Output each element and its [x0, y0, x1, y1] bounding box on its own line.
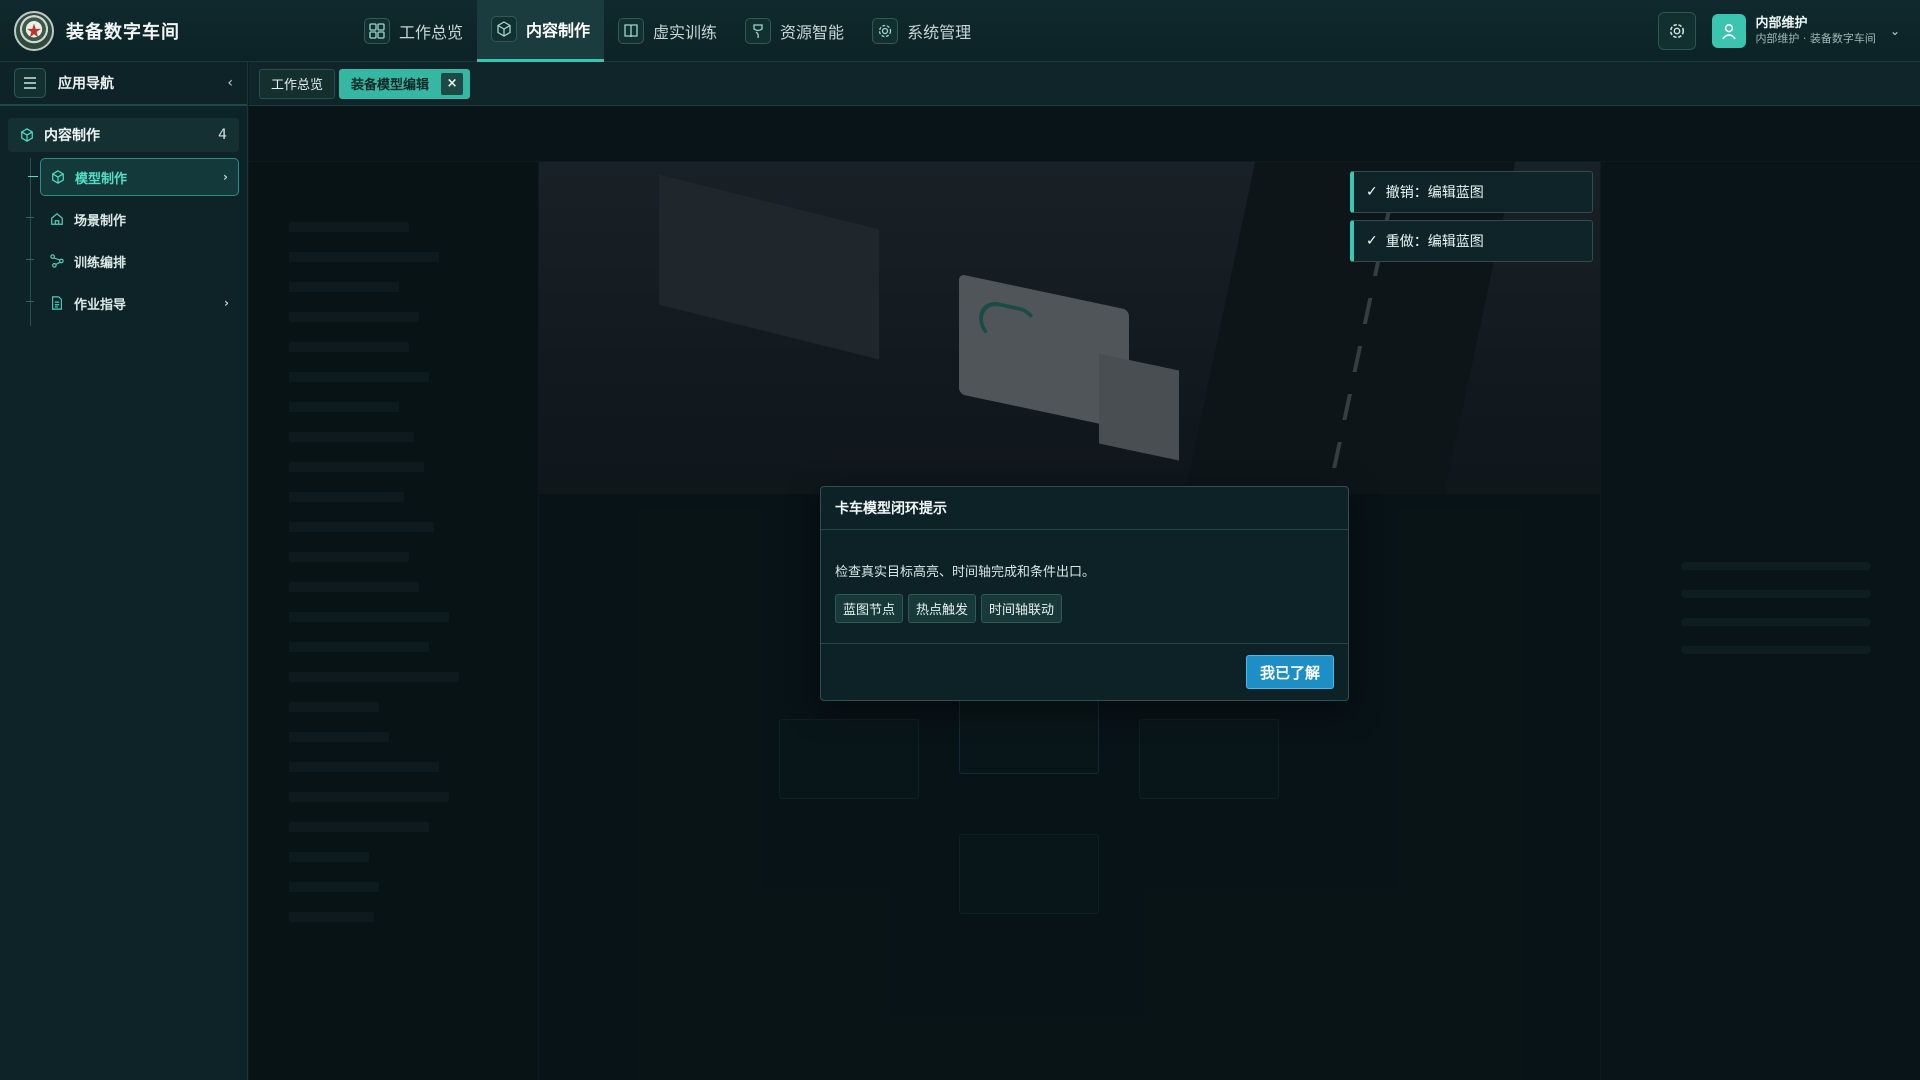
sidebar-title: 应用导航	[58, 76, 114, 92]
document-icon	[50, 296, 64, 310]
avatar[interactable]	[1712, 13, 1747, 48]
dashboard-grid-icon	[364, 17, 390, 44]
sidebar-header: 应用导航 ‹	[0, 62, 247, 106]
dialog-title: 卡车模型闭环提示	[821, 487, 1348, 530]
sidebar-item-label: 作业指导	[74, 297, 127, 313]
cube-icon	[51, 170, 65, 184]
nav-label: 资源智能	[780, 22, 845, 42]
sidebar-item-training-orchestration[interactable]: 训练编排	[26, 242, 239, 280]
user-subtitle: 内部维护 · 装备数字车间	[1755, 31, 1876, 45]
chevron-right-icon: ›	[224, 296, 229, 310]
user-name: 内部维护	[1755, 15, 1808, 31]
tab-label: 装备模型编辑	[351, 78, 430, 93]
toast-undo: ✓ 撤销：编辑蓝图	[1350, 171, 1593, 213]
toast-redo: ✓ 重做：编辑蓝图	[1350, 220, 1593, 262]
user-icon	[1722, 23, 1737, 39]
tree-connector	[26, 301, 34, 302]
tab-label: 工作总览	[271, 78, 324, 93]
dialog-body: 检查真实目标高亮、时间轴完成和条件出口。 蓝图节点 热点触发 时间轴联动	[821, 530, 1348, 623]
check-icon: ✓	[1366, 233, 1378, 249]
sidebar-group-label: 内容制作	[44, 128, 100, 144]
tree-connector	[28, 176, 38, 177]
close-icon[interactable]: ×	[441, 72, 464, 95]
menu-toggle-button[interactable]	[14, 68, 46, 98]
hamburger-icon	[24, 77, 36, 89]
collapse-sidebar-icon[interactable]: ‹	[227, 75, 233, 91]
book-icon	[618, 17, 645, 44]
sidebar-item-label: 模型制作	[75, 171, 128, 187]
nav-content-production[interactable]: 内容制作	[477, 0, 605, 62]
dialog-footer: 我已了解	[821, 643, 1348, 700]
star-icon	[27, 23, 41, 38]
sidebar-item-model-production[interactable]: 模型制作 ›	[28, 158, 239, 196]
nav-resource-ai[interactable]: 资源智能	[731, 0, 858, 62]
sidebar-item-work-guidance[interactable]: 作业指导 ›	[26, 284, 239, 322]
tree-connector	[26, 259, 34, 260]
tree-connector	[26, 217, 34, 218]
top-bar: 装备数字车间 工作总览 内容制作 虚实训练 资源智能 系统管理 内部维护 内部维…	[0, 0, 1920, 62]
top-right-area: 内部维护 内部维护 · 装备数字车间 ⌄	[1658, 11, 1920, 50]
truck-model-hint-dialog: 卡车模型闭环提示 检查真实目标高亮、时间轴完成和条件出口。 蓝图节点 热点触发 …	[820, 486, 1349, 701]
sidebar-item-scene-production[interactable]: 场景制作	[26, 200, 239, 238]
tab-equipment-model-editor[interactable]: 装备模型编辑 ×	[339, 68, 471, 99]
sidebar-group-count: 4	[218, 127, 227, 143]
nav-label: 虚实训练	[653, 22, 718, 42]
cube-icon	[491, 16, 518, 42]
nav-label: 系统管理	[907, 22, 972, 42]
toast-text: 撤销：编辑蓝图	[1385, 185, 1484, 201]
nav-label: 内容制作	[526, 21, 591, 40]
nav-virtual-training[interactable]: 虚实训练	[604, 0, 731, 62]
tag-hotspot-trigger: 热点触发	[908, 594, 977, 623]
home-icon	[50, 212, 64, 226]
main-nav: 工作总览 内容制作 虚实训练 资源智能 系统管理	[350, 0, 985, 62]
gear-icon	[872, 17, 899, 44]
nav-label: 工作总览	[399, 22, 464, 42]
user-info[interactable]: 内部维护 内部维护 · 装备数字车间	[1755, 16, 1876, 46]
flow-icon	[50, 254, 64, 268]
dialog-message: 检查真实目标高亮、时间轴完成和条件出口。	[835, 565, 1096, 580]
sidebar-item-label: 场景制作	[74, 213, 127, 229]
tab-overview[interactable]: 工作总览	[259, 68, 336, 99]
sidebar-item-label: 训练编排	[74, 255, 127, 271]
acknowledge-button[interactable]: 我已了解	[1245, 655, 1334, 689]
app-title: 装备数字车间	[66, 21, 180, 43]
tab-bar: 工作总览 装备模型编辑 ×	[249, 62, 1920, 106]
sidebar-tree: 模型制作 › 场景制作 训练编排 作业指导 ›	[26, 158, 247, 326]
cube-icon	[21, 128, 33, 142]
chevron-right-icon: ›	[223, 170, 228, 184]
tag-blueprint-node: 蓝图节点	[835, 594, 904, 623]
tag-timeline-link: 时间轴联动	[981, 594, 1063, 623]
sidebar-group-content-production[interactable]: 内容制作 4	[8, 118, 239, 152]
gear-icon	[1670, 23, 1685, 38]
sidebar: 应用导航 ‹ 内容制作 4 模型制作 › 场景制作 训练编排 作业指导 ›	[0, 62, 248, 1080]
plug-icon	[745, 17, 772, 44]
toast-text: 重做：编辑蓝图	[1385, 234, 1484, 250]
dialog-tags: 蓝图节点 热点触发 时间轴联动	[835, 594, 1334, 623]
chevron-down-icon[interactable]: ⌄	[1890, 24, 1900, 38]
logo-emblem	[14, 10, 54, 51]
brand: 装备数字车间	[0, 10, 350, 51]
nav-overview[interactable]: 工作总览	[350, 0, 477, 62]
settings-button[interactable]	[1658, 11, 1697, 50]
check-icon: ✓	[1366, 184, 1378, 200]
nav-system-admin[interactable]: 系统管理	[858, 0, 985, 62]
